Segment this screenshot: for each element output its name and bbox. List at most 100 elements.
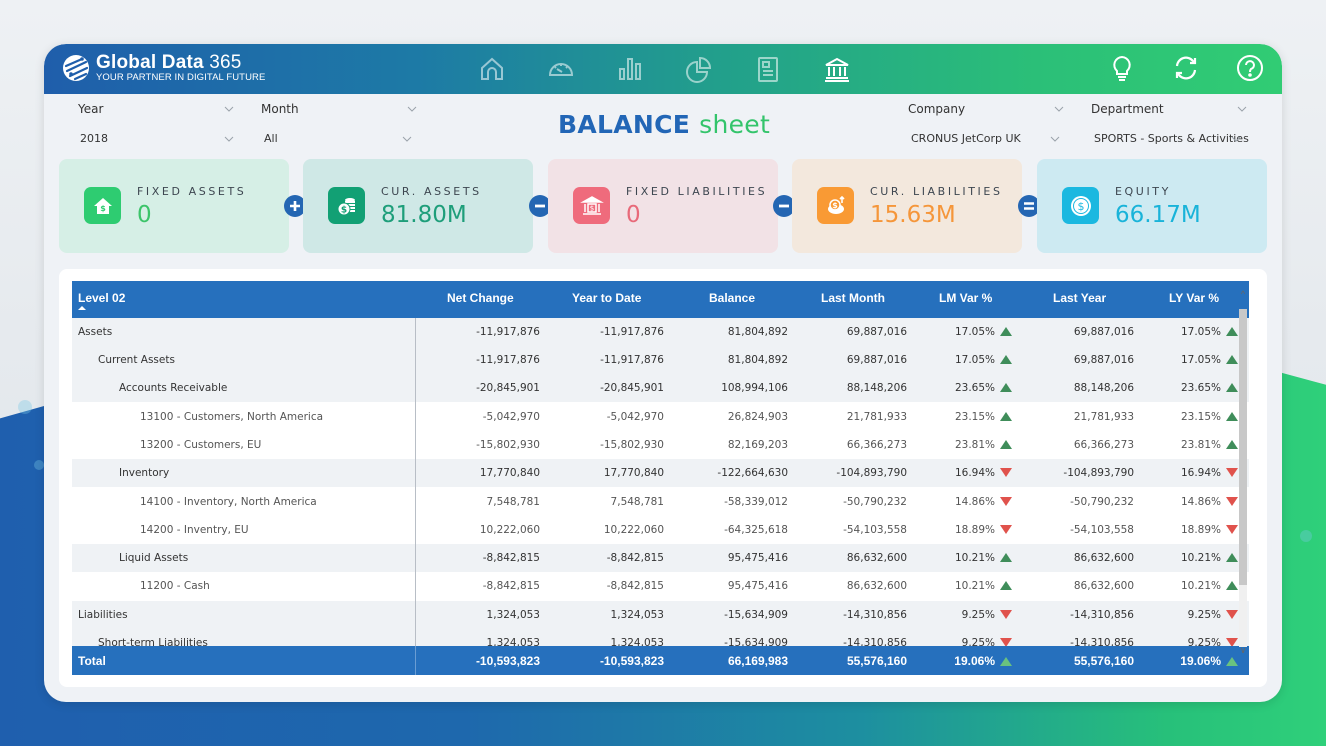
net-change-cell: -5,042,970 [482,411,540,423]
total-last-year: 55,576,160 [1073,654,1134,668]
coin-up-icon: $ [827,195,845,214]
year-filter[interactable]: Year 2018 [78,102,236,148]
svg-text:$: $ [340,205,346,215]
table-row[interactable]: Current Assets -11,917,876 -11,917,876 81,8… [72,346,1249,374]
table-row[interactable]: 14200 - Inventry, EU 10,222,060 10,222,060… [72,516,1249,544]
background-dot [1300,530,1312,542]
last-year-cell: -14,310,856 [1070,609,1134,621]
report-icon [758,57,778,82]
sort-ascending-icon[interactable] [78,306,86,310]
table-row[interactable]: Assets -11,917,876 -11,917,876 81,804,892 69… [72,318,1249,346]
last-month-cell: 86,632,600 [846,580,907,592]
nav-bar-chart[interactable] [616,55,644,83]
column-header-net-change[interactable]: Net Change [447,291,514,305]
bar-chart-icon [619,58,641,80]
column-header-last-month[interactable]: Last Month [821,291,885,305]
column-header-lm-var[interactable]: LM Var % [939,291,992,305]
refresh-icon [1175,56,1197,80]
nav-gauge[interactable] [547,55,575,83]
column-header-balance[interactable]: Balance [709,291,755,305]
nav-balance-sheet[interactable] [823,55,851,83]
house-dollar-icon: $ [93,197,112,214]
last-year-cell: 88,148,206 [1073,382,1134,394]
last-month-cell: -104,893,790 [836,467,907,479]
department-filter[interactable]: Department SPORTS - Sports & Activities [1091,102,1251,148]
globe-logo-icon [63,54,89,81]
table-row[interactable]: Accounts Receivable -20,845,901 -20,845,90… [72,374,1249,402]
kpi-value: 0 [137,202,152,228]
company-filter[interactable]: Company CRONUS JetCorp UK [908,102,1066,148]
table-body: Assets -11,917,876 -11,917,876 81,804,892 69… [72,318,1249,646]
net-change-cell: 1,324,053 [486,609,540,621]
chevron-down-icon [224,136,234,142]
balance-cell: 95,475,416 [727,580,788,592]
column-header-year-to-date[interactable]: Year to Date [572,291,641,305]
insights-button[interactable] [1108,54,1136,82]
dollar-circle-icon: $ [1070,195,1091,216]
help-button[interactable] [1236,54,1264,82]
company-filter-value: CRONUS JetCorp UK [911,132,1021,145]
trend-up-icon [1000,440,1012,449]
kpi-equity: $ EQUITY 66.17M [1037,159,1267,253]
nav-report[interactable] [754,55,782,83]
net-change-cell: -11,917,876 [476,326,540,338]
table-header: Level 02 Net Change Year to Date Balance… [72,281,1249,318]
nav-pie-chart[interactable] [685,55,713,83]
chevron-down-icon [224,106,234,112]
home-icon [481,57,503,80]
table-scrollbar[interactable]: ^ ∨ [1237,281,1249,675]
table-row[interactable]: Liquid Assets -8,842,815 -8,842,815 95,475,… [72,544,1249,572]
ly-var-cell: 17.05% [1181,354,1238,366]
year-filter-value: 2018 [80,132,108,145]
table-total-row: Total -10,593,823 -10,593,823 66,169,983… [72,646,1249,675]
nav-bar [478,55,851,83]
month-filter[interactable]: Month All [261,102,419,148]
last-month-cell: -14,310,856 [843,609,907,621]
net-change-cell: -15,802,930 [476,439,540,451]
table-row[interactable]: 13200 - Customers, EU -15,802,930 -15,802,… [72,431,1249,459]
refresh-button[interactable] [1172,54,1200,82]
trend-up-icon [1000,553,1012,562]
table-row[interactable]: 13100 - Customers, North America -5,042,9… [72,403,1249,431]
last-month-cell: -54,103,558 [843,524,907,536]
ly-var-cell: 9.25% [1188,609,1238,621]
ly-var-cell: 17.05% [1181,326,1238,338]
scroll-down-arrow[interactable]: ∨ [1237,645,1249,657]
ly-var-cell: 10.21% [1181,580,1238,592]
balance-cell: -58,339,012 [724,496,788,508]
last-month-cell: 66,366,273 [846,439,907,451]
table-row[interactable]: 14100 - Inventory, North America 7,548,78… [72,488,1249,516]
year-to-date-cell: 1,324,053 [610,637,664,646]
lm-var-cell: 14.86% [955,496,1012,508]
net-change-cell: -11,917,876 [476,354,540,366]
table-row[interactable]: 11200 - Cash -8,842,815 -8,842,815 95,475,4… [72,572,1249,600]
scroll-up-arrow[interactable]: ^ [1237,289,1249,301]
kpi-current-assets: $ CUR. ASSETS 81.80M [303,159,533,253]
lm-var-cell: 17.05% [955,326,1012,338]
scroll-thumb[interactable] [1239,309,1247,585]
table-row[interactable]: Short-term Liabilities 1,324,053 1,324,053… [72,629,1249,646]
nav-home[interactable] [478,55,506,83]
lm-var-cell: 23.65% [955,382,1012,394]
column-header-level[interactable]: Level 02 [78,291,125,305]
kpi-value: 81.80M [381,202,467,228]
kpi-label: CUR. LIABILITIES [870,185,1003,198]
last-year-cell: 69,887,016 [1073,326,1134,338]
department-filter-label: Department [1091,102,1164,116]
table-row[interactable]: Inventory 17,770,840 17,770,840 -122,664,63… [72,459,1249,487]
last-month-cell: 88,148,206 [846,382,907,394]
lm-var-cell: 9.25% [962,637,1012,646]
header-actions [1108,54,1264,82]
last-month-cell: 86,632,600 [846,552,907,564]
year-to-date-cell: 7,548,781 [610,496,664,508]
svg-text:$: $ [100,204,106,213]
last-year-cell: 86,632,600 [1073,552,1134,564]
column-header-last-year[interactable]: Last Year [1053,291,1106,305]
column-header-ly-var[interactable]: LY Var % [1169,291,1219,305]
background-dot [34,460,44,470]
last-month-cell: 69,887,016 [846,354,907,366]
balance-cell: -64,325,618 [724,524,788,536]
chevron-down-icon [402,136,412,142]
table-row[interactable]: Liabilities 1,324,053 1,324,053 -15,634,909… [72,601,1249,629]
row-label: 14100 - Inventory, North America [140,496,317,508]
